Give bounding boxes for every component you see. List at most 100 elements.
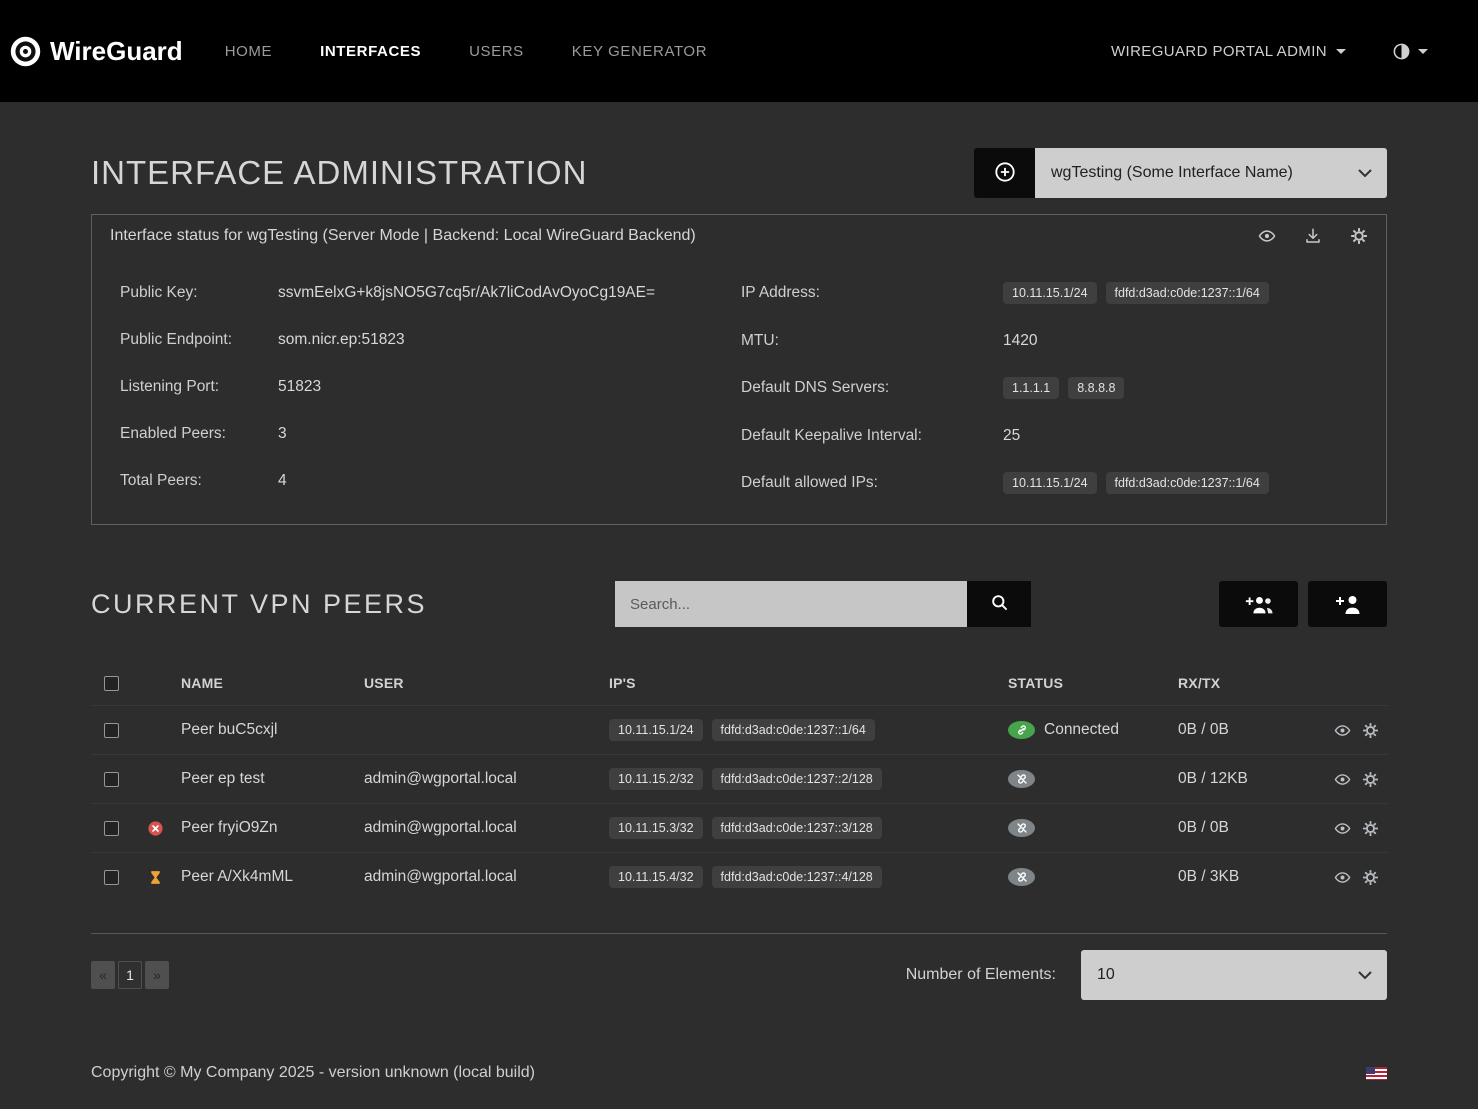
us-flag-icon[interactable]: [1366, 1067, 1387, 1080]
field-label: Default DNS Servers:: [741, 377, 1003, 398]
brand-logo[interactable]: WireGuard: [10, 36, 183, 67]
field-label: Default Keepalive Interval:: [741, 425, 1003, 446]
row-checkbox[interactable]: [104, 723, 119, 738]
chevron-down-icon: [1418, 49, 1428, 54]
add-multiple-peers-button[interactable]: [1219, 581, 1298, 627]
peer-status: Connected: [1008, 721, 1178, 739]
nav-right: WIREGUARD PORTAL ADMIN: [1111, 42, 1428, 61]
pagination-page-1[interactable]: 1: [118, 961, 142, 989]
nav-link-key-generator[interactable]: KEY GENERATOR: [572, 43, 707, 60]
ip-badge: fdfd:d3ad:c0de:1237::1/64: [712, 719, 875, 741]
public-endpoint-value: som.nicr.ep:51823: [278, 329, 405, 350]
row-checkbox[interactable]: [104, 870, 119, 885]
table-row: Peer buC5cxjl 10.11.15.1/24 fdfd:d3ad:c0de…: [91, 705, 1387, 754]
ip-badge: 10.11.15.3/32: [609, 817, 703, 839]
row-checkbox[interactable]: [104, 821, 119, 836]
peers-table-body: Peer buC5cxjl 10.11.15.1/24 fdfd:d3ad:c0de…: [91, 705, 1387, 901]
peers-table: NAME USER IP'S STATUS RX/TX Peer buC5cxj…: [91, 661, 1387, 934]
eye-icon[interactable]: [1334, 771, 1351, 788]
download-icon[interactable]: [1304, 227, 1322, 245]
link-slash-icon: [1008, 868, 1035, 886]
peer-name[interactable]: Peer A/Xk4mML: [181, 868, 364, 886]
elements-select-value: 10: [1097, 966, 1115, 984]
search-button[interactable]: [967, 581, 1031, 627]
public-key-value: ssvmEelxG+k8jsNO5G7cq5r/Ak7liCodAvOyoCg1…: [278, 282, 655, 303]
card-body: Public Key:ssvmEelxG+k8jsNO5G7cq5r/Ak7li…: [92, 256, 1386, 524]
peer-name[interactable]: Peer buC5cxjl: [181, 721, 364, 739]
user-plus-icon: [1333, 593, 1363, 615]
chevron-down-icon: [1336, 49, 1346, 54]
page-footer: Copyright © My Company 2025 - version un…: [0, 1044, 1478, 1108]
search-group: [615, 581, 1031, 627]
users-plus-icon: [1244, 593, 1274, 615]
eye-icon[interactable]: [1334, 820, 1351, 837]
nav-link-users[interactable]: USERS: [469, 43, 524, 60]
eye-icon[interactable]: [1334, 869, 1351, 886]
pagination-next[interactable]: »: [145, 961, 169, 989]
column-header-name: NAME: [181, 675, 364, 691]
admin-header: INTERFACE ADMINISTRATION wgTesting (Some…: [91, 148, 1387, 198]
field-label: IP Address:: [741, 282, 1003, 303]
eye-icon[interactable]: [1334, 722, 1351, 739]
column-header-user: USER: [364, 675, 609, 691]
eye-icon[interactable]: [1258, 227, 1276, 245]
gear-icon[interactable]: [1350, 227, 1368, 245]
elements-label: Number of Elements:: [906, 966, 1056, 984]
select-all-checkbox[interactable]: [104, 676, 119, 691]
ip-badge: fdfd:d3ad:c0de:1237::4/128: [712, 866, 882, 888]
pagination-prev[interactable]: «: [91, 961, 115, 989]
ip-badge: 10.11.15.1/24: [609, 719, 703, 741]
ip-badge: 10.11.15.1/24: [1003, 282, 1097, 304]
wireguard-logo-icon: [10, 36, 41, 67]
peer-status: [1008, 819, 1178, 837]
gear-icon[interactable]: [1362, 771, 1379, 788]
hourglass-icon: [147, 869, 164, 886]
total-peers-value: 4: [278, 470, 287, 491]
link-slash-icon: [1008, 770, 1035, 788]
peer-status: [1008, 770, 1178, 788]
peer-ips: 10.11.15.2/32fdfd:d3ad:c0de:1237::2/128: [609, 768, 1008, 790]
field-label: Public Key:: [120, 282, 278, 303]
table-row: Peer ep testadmin@wgportal.local10.11.15…: [91, 754, 1387, 803]
mtu-value: 1420: [1003, 330, 1037, 351]
user-menu-label: WIREGUARD PORTAL ADMIN: [1111, 43, 1327, 60]
brand-text: WireGuard: [50, 36, 183, 67]
allowed-ip-badge: fdfd:d3ad:c0de:1237::1/64: [1106, 472, 1269, 494]
interface-select-value: wgTesting (Some Interface Name): [1051, 164, 1293, 182]
card-left-column: Public Key:ssvmEelxG+k8jsNO5G7cq5r/Ak7li…: [120, 282, 741, 520]
add-peer-button[interactable]: [1308, 581, 1387, 627]
table-row: Peer A/Xk4mMLadmin@wgportal.local10.11.1…: [91, 852, 1387, 901]
interface-controls: wgTesting (Some Interface Name): [974, 148, 1387, 198]
peer-name[interactable]: Peer fryiO9Zn: [181, 819, 364, 837]
link-slash-icon: [1008, 819, 1035, 837]
search-input[interactable]: [615, 581, 967, 627]
user-menu[interactable]: WIREGUARD PORTAL ADMIN: [1111, 43, 1346, 60]
gear-icon[interactable]: [1362, 869, 1379, 886]
page-title: INTERFACE ADMINISTRATION: [91, 154, 587, 192]
field-label: Enabled Peers:: [120, 423, 278, 444]
peer-status: [1008, 868, 1178, 886]
elements-select[interactable]: 10: [1081, 950, 1387, 1000]
theme-toggle[interactable]: [1392, 42, 1428, 61]
chevron-down-icon: [1358, 971, 1372, 980]
peer-name[interactable]: Peer ep test: [181, 770, 364, 788]
peers-title: CURRENT VPN PEERS: [91, 589, 427, 620]
allowed-ip-badge: 10.11.15.1/24: [1003, 472, 1097, 494]
circle-plus-icon: [994, 161, 1016, 186]
gear-icon[interactable]: [1362, 722, 1379, 739]
table-row: Peer fryiO9Znadmin@wgportal.local10.11.1…: [91, 803, 1387, 852]
row-checkbox[interactable]: [104, 772, 119, 787]
peers-header: CURRENT VPN PEERS: [91, 581, 1387, 627]
link-icon: [1008, 721, 1035, 739]
copyright-text: Copyright © My Company 2025 - version un…: [91, 1064, 535, 1082]
status-label: Connected: [1044, 721, 1119, 739]
interface-status-card: Interface status for wgTesting (Server M…: [91, 214, 1387, 525]
add-interface-button[interactable]: [974, 148, 1035, 198]
keepalive-value: 25: [1003, 425, 1020, 446]
nav-link-interfaces[interactable]: INTERFACES: [320, 43, 421, 60]
nav-link-home[interactable]: HOME: [225, 43, 272, 60]
gear-icon[interactable]: [1362, 820, 1379, 837]
interface-select[interactable]: wgTesting (Some Interface Name): [1035, 148, 1387, 198]
ip-badge: fdfd:d3ad:c0de:1237::3/128: [712, 817, 882, 839]
search-icon: [990, 593, 1009, 615]
